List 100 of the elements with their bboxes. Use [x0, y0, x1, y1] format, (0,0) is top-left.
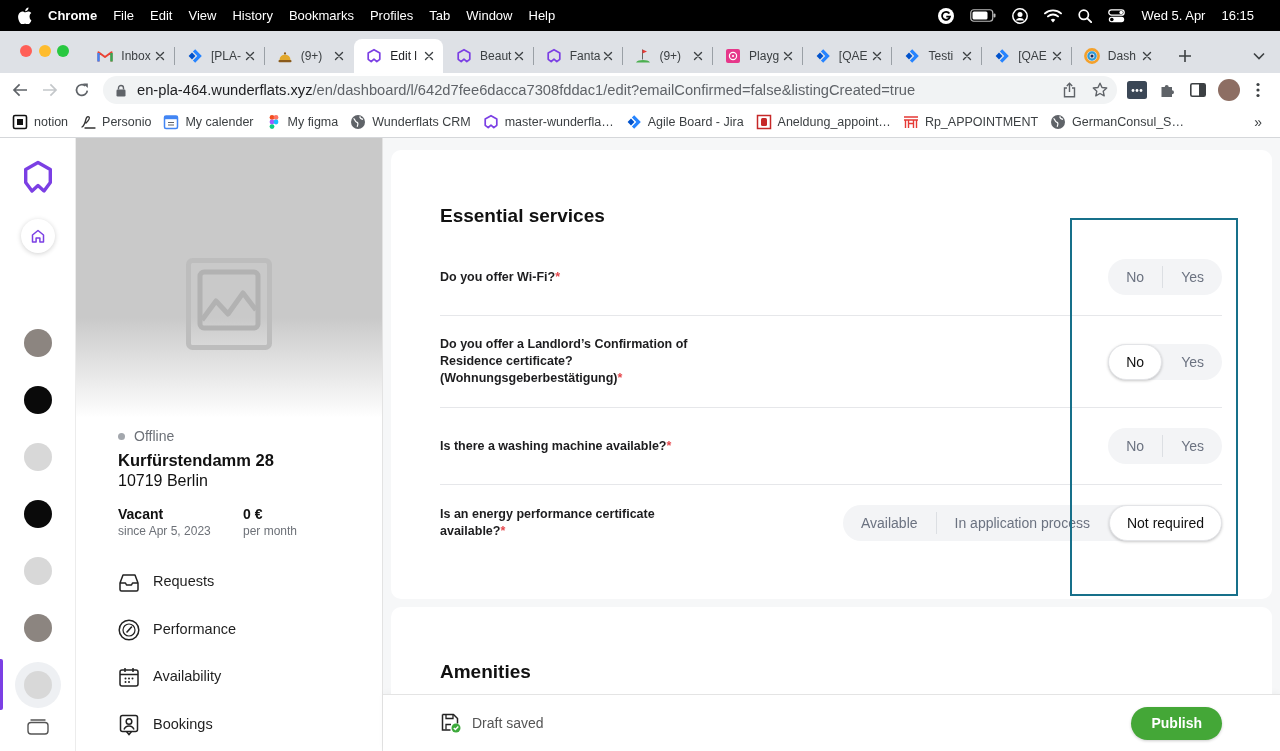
- apple-icon[interactable]: [18, 7, 32, 24]
- app-menu[interactable]: Chrome: [48, 5, 98, 26]
- bookmark[interactable]: Wunderflats CRM: [350, 112, 471, 132]
- option-button[interactable]: No: [1108, 428, 1163, 464]
- bookmark[interactable]: My calender: [163, 112, 254, 132]
- listing-thumbnail[interactable]: [23, 328, 52, 357]
- hexagon-icon: [482, 114, 499, 130]
- toggles-icon[interactable]: [1108, 8, 1126, 23]
- close-icon[interactable]: [782, 51, 793, 61]
- home-button[interactable]: [20, 219, 55, 253]
- plus-icon[interactable]: [1177, 49, 1192, 63]
- bookmark[interactable]: master-wunderfla…: [482, 112, 614, 132]
- listing-street: Kurfürstendamm 28: [118, 450, 275, 471]
- puzzle-icon[interactable]: [1160, 82, 1176, 98]
- more-icon[interactable]: [1256, 82, 1260, 98]
- close-icon[interactable]: [334, 51, 345, 61]
- golf-flag-icon: [635, 48, 652, 64]
- browser-tab[interactable]: Playg: [713, 39, 802, 73]
- option-button[interactable]: Not required: [1108, 505, 1222, 541]
- menu-item[interactable]: Profiles: [369, 5, 414, 26]
- browser-tab[interactable]: (9+): [264, 39, 354, 73]
- menu-item[interactable]: Window: [466, 5, 513, 26]
- close-icon[interactable]: [155, 51, 165, 61]
- browser-tab[interactable]: Beaut: [444, 39, 533, 73]
- bookmark[interactable]: Rp_APPOINTMENT: [902, 112, 1039, 132]
- listing-thumbnail[interactable]: [23, 442, 52, 471]
- close-icon[interactable]: [1141, 51, 1152, 61]
- image-placeholder-icon: [186, 258, 272, 350]
- close-icon[interactable]: [424, 51, 435, 61]
- wifi-icon[interactable]: [1044, 8, 1063, 23]
- profile-avatar[interactable]: [1218, 79, 1240, 101]
- close-icon[interactable]: [962, 51, 973, 61]
- browser-tab[interactable]: Edit l: [354, 39, 444, 73]
- browser-tab[interactable]: [QAE: [802, 39, 892, 73]
- menu-item[interactable]: Bookmarks: [288, 5, 354, 26]
- chevron-down-icon[interactable]: [1253, 52, 1265, 60]
- listing-thumbnail[interactable]: [23, 556, 52, 585]
- menu-item[interactable]: Edit: [150, 5, 173, 26]
- bookmark[interactable]: Agile Board - Jira: [625, 112, 744, 132]
- gauge-icon: [118, 618, 140, 641]
- cards-icon[interactable]: [26, 719, 49, 735]
- bookmark[interactable]: Personio: [80, 112, 152, 132]
- address-bar[interactable]: en-pla-464.wunderflats.xyz/en/dashboard/l/642d7fee6dacca7308fddac1/edit?emailConfirmed=false&listingCreated=true: [103, 76, 1117, 104]
- hexagon-logo-icon[interactable]: [22, 160, 53, 194]
- option-button[interactable]: No: [1108, 259, 1163, 295]
- option-button[interactable]: Yes: [1163, 259, 1222, 295]
- menu-item[interactable]: Help: [528, 5, 556, 26]
- bookmarks-overflow-button[interactable]: »: [1254, 111, 1262, 133]
- calendar-icon: [118, 666, 140, 688]
- side-panel-icon[interactable]: [1190, 83, 1206, 97]
- browser-tab[interactable]: [QAE: [982, 39, 1071, 73]
- floppy-check-icon: [441, 713, 461, 733]
- listing-thumbnail[interactable]: [23, 499, 52, 528]
- menu-bar-date[interactable]: Wed 5. Apr: [1141, 5, 1206, 26]
- chevrons-icon: [994, 48, 1011, 64]
- bookmark[interactable]: notion: [12, 112, 69, 132]
- browser-tab[interactable]: Fanta: [533, 39, 623, 73]
- close-icon[interactable]: [1051, 51, 1062, 61]
- reload-icon[interactable]: [74, 82, 90, 98]
- close-icon[interactable]: [693, 51, 704, 61]
- back-icon[interactable]: [12, 83, 28, 97]
- ring-icon: [1083, 48, 1100, 64]
- g-logo-icon[interactable]: [938, 7, 955, 24]
- browser-tab[interactable]: [PLA-: [175, 39, 264, 73]
- dots-tile-icon[interactable]: [1127, 81, 1147, 99]
- panel-menu-link[interactable]: Performance: [118, 618, 236, 641]
- close-icon[interactable]: [513, 51, 524, 61]
- browser-tab[interactable]: (9+): [623, 39, 713, 73]
- question-label: Do you offer a Landlord’s Confirmation of Residence certificate? (Wohnungsgeberbestätigung)*: [440, 336, 689, 387]
- listing-thumbnail[interactable]: [23, 613, 52, 642]
- bookmark[interactable]: GermanConsul_S…: [1050, 112, 1184, 132]
- menu-item[interactable]: View: [188, 5, 217, 26]
- browser-tab[interactable]: Testi: [892, 39, 982, 73]
- lock-icon: [116, 83, 126, 97]
- bookmark[interactable]: Aneldung_appoint…: [755, 112, 891, 132]
- option-button[interactable]: No: [1108, 343, 1163, 380]
- question-label: Is there a washing machine available?*: [440, 437, 672, 455]
- menu-bar-time[interactable]: 16:15: [1221, 5, 1254, 26]
- fact-caption: since Apr 5, 2023: [118, 523, 212, 539]
- option-button[interactable]: Available: [842, 505, 936, 541]
- star-icon[interactable]: [1092, 82, 1108, 98]
- search-icon[interactable]: [1078, 8, 1093, 23]
- share-icon[interactable]: [1063, 82, 1076, 98]
- option-button[interactable]: Yes: [1163, 428, 1222, 464]
- panel-menu-link[interactable]: Availability: [118, 666, 222, 688]
- listing-thumbnail[interactable]: [23, 385, 52, 414]
- close-icon[interactable]: [244, 51, 255, 61]
- battery-icon[interactable]: [970, 9, 997, 22]
- panel-menu-link[interactable]: Requests: [118, 571, 215, 593]
- panel-menu-link[interactable]: Bookings: [118, 713, 213, 736]
- browser-tab[interactable]: Dash: [1071, 39, 1161, 73]
- menu-item[interactable]: File: [113, 5, 135, 26]
- menu-item[interactable]: History: [232, 5, 273, 26]
- user-circle-icon[interactable]: [1012, 7, 1029, 24]
- option-button[interactable]: Yes: [1163, 343, 1222, 380]
- close-icon[interactable]: [603, 51, 614, 61]
- menu-item[interactable]: Tab: [429, 5, 451, 26]
- browser-tab[interactable]: Inbox: [85, 39, 174, 73]
- close-icon[interactable]: [872, 51, 883, 61]
- bookmark[interactable]: My figma: [265, 112, 339, 132]
